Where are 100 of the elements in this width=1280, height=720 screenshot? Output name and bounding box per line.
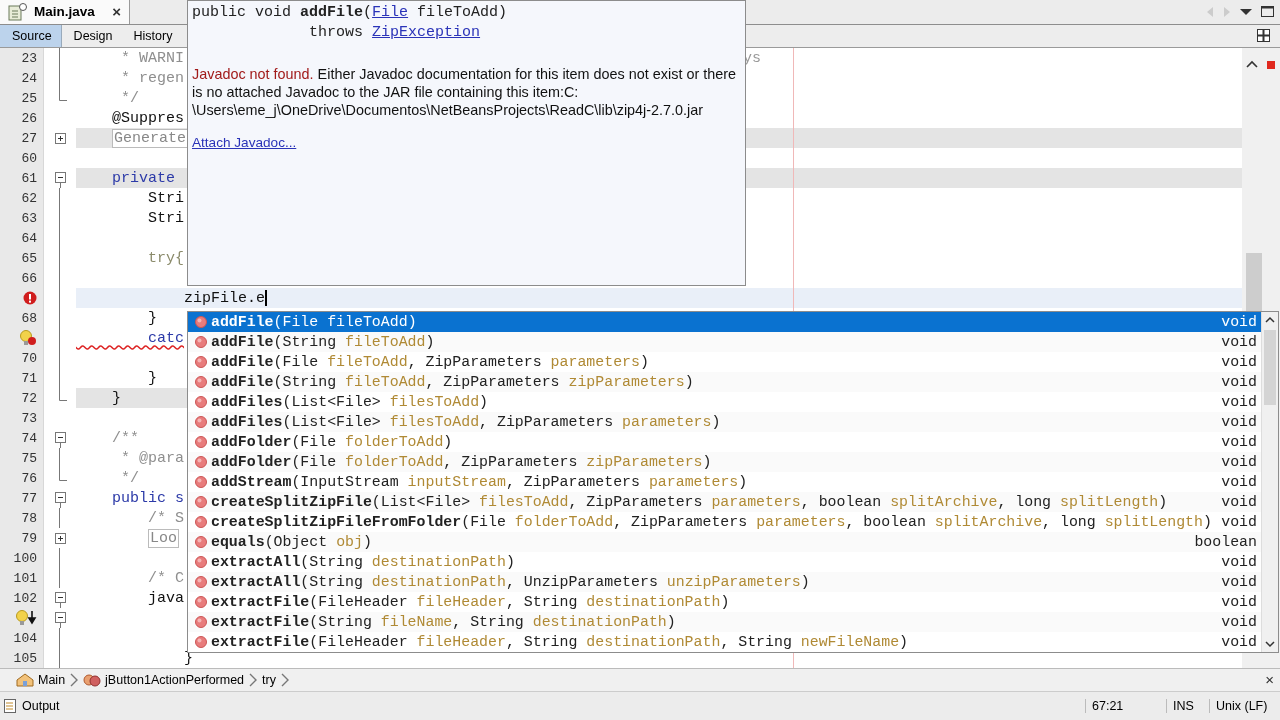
fold-end-icon — [59, 88, 67, 102]
method-icon — [195, 556, 207, 568]
line-number: 76 — [0, 468, 44, 489]
line-number: 77 — [0, 488, 44, 509]
code-text: */ — [120, 89, 139, 107]
code-text: @Suppres — [111, 109, 185, 127]
scroll-bar[interactable] — [1261, 312, 1278, 652]
line-number: 100 — [0, 548, 44, 569]
scroll-thumb[interactable] — [1264, 330, 1276, 405]
completion-item[interactable]: extractFile(String fileName, String destinationPath) void — [188, 612, 1261, 632]
error-icon — [23, 291, 37, 306]
expand-icon[interactable] — [54, 532, 66, 544]
line-number: 70 — [0, 348, 44, 369]
code-text: } — [147, 309, 157, 327]
completion-item[interactable]: extractAll(String destinationPath, UnzipParameters unzipParameters) void — [188, 572, 1261, 592]
fold-guide-icon — [59, 448, 61, 469]
line-number: 68 — [0, 308, 44, 329]
line-number: 64 — [0, 228, 44, 249]
line-number: 25 — [0, 88, 44, 109]
code-text: catc — [147, 329, 185, 347]
bulb-arrow-icon — [15, 610, 37, 627]
method-signature: throws ZipException — [308, 23, 482, 43]
scroll-thumb[interactable] — [1246, 253, 1262, 314]
line-number: 24 — [0, 68, 44, 89]
line-number: 102 — [0, 588, 44, 609]
chevron-icon — [70, 672, 79, 687]
chevron-icon — [280, 672, 289, 687]
expand-icon[interactable] — [54, 132, 66, 144]
output-icon — [4, 698, 16, 713]
code-text: /** — [111, 429, 139, 447]
grid-icon[interactable] — [1257, 29, 1270, 43]
view-tab[interactable]: Source — [0, 24, 62, 48]
method-icon — [195, 496, 207, 508]
method-icon — [195, 636, 207, 648]
code-text: * @para — [120, 449, 185, 467]
fold-end-icon — [59, 388, 67, 402]
caret-down-icon — [1265, 641, 1275, 648]
completion-item[interactable]: addFolder(File folderToAdd, ZipParameters zipParameters) void — [188, 452, 1261, 472]
method-icon — [195, 516, 207, 528]
view-tab[interactable]: Design — [61, 24, 122, 48]
caret-position: 67:21 — [1085, 698, 1160, 713]
code-text: /* S — [147, 509, 185, 527]
line-number: 104 — [0, 628, 44, 649]
line-number: 71 — [0, 368, 44, 389]
code-text: java — [147, 589, 185, 607]
folded-code[interactable]: Generate — [112, 128, 189, 148]
line-number: 26 — [0, 108, 44, 129]
line-number: 105 — [0, 648, 44, 669]
line-number: 79 — [0, 528, 44, 549]
method-icon — [195, 576, 207, 588]
dropdown-icon[interactable] — [1240, 7, 1252, 16]
method-icon — [195, 596, 207, 608]
line-endings: Unix (LF) — [1209, 698, 1272, 713]
attach-javadoc-link[interactable]: Attach Javadoc... — [192, 135, 297, 150]
folded-code[interactable]: Loo — [148, 528, 180, 548]
line-number: 74 — [0, 428, 44, 449]
completion-item[interactable]: addFile(File fileToAdd) void — [188, 312, 1261, 332]
method-icon — [195, 336, 207, 348]
completion-item[interactable]: equals(Object obj) boolean — [188, 532, 1261, 552]
code-text: try{ — [147, 249, 185, 267]
close-button[interactable]: × — [112, 3, 121, 21]
code-text: private — [111, 169, 176, 187]
breadcrumb[interactable]: try — [262, 672, 276, 687]
output-label[interactable]: Output — [22, 698, 60, 713]
method-icon — [195, 616, 207, 628]
method-signature: public void addFile(File fileToAdd) — [192, 3, 509, 23]
javadoc-message: Javadoc not found. Either Javadoc documentation for this item does not exist or there is no attached Javadoc to the JAR file containing this item:C: \Users\eme_j\OneDrive\Documentos\NetBeansProjects\ReadC\lib\zip4j-2.7.0.jar — [192, 65, 737, 119]
completion-item[interactable]: addFile(String fileToAdd, ZipParameters zipParameters) void — [188, 372, 1261, 392]
bulb-error-icon — [19, 330, 37, 347]
completion-item[interactable]: addFile(String fileToAdd) void — [188, 332, 1261, 352]
method-icon — [195, 416, 207, 428]
method-icon — [195, 436, 207, 448]
fold-end-icon — [59, 468, 67, 482]
caret-up-icon — [1265, 316, 1275, 323]
maximize-icon[interactable] — [1261, 6, 1274, 18]
line-number: 72 — [0, 388, 44, 409]
code-text: */ — [120, 469, 139, 487]
type-link[interactable]: ZipException — [372, 24, 481, 41]
breadcrumb[interactable]: Main — [16, 672, 66, 687]
completion-item[interactable]: addFiles(List<File> filesToAdd, ZipParameters parameters) void — [188, 412, 1261, 432]
type-link[interactable]: File — [372, 4, 409, 21]
line-number: 73 — [0, 408, 44, 429]
close-button[interactable]: × — [1265, 671, 1274, 689]
method-icon — [195, 356, 207, 368]
line-number: 63 — [0, 208, 44, 229]
code-text: * WARNI — [120, 49, 185, 67]
completion-item[interactable]: createSplitZipFile(List<File> filesToAdd, ZipParameters parameters, boolean splitArchive, long splitLength) void — [188, 492, 1261, 512]
breadcrumb[interactable]: jButton1ActionPerformed — [83, 672, 245, 687]
view-tab[interactable]: History — [121, 24, 182, 48]
method-icon — [195, 376, 207, 388]
file-tab[interactable]: Main.java × — [0, 0, 130, 24]
code-text: /* C — [147, 569, 185, 587]
error-stripe-icon — [1267, 61, 1275, 70]
class-icon — [16, 672, 34, 687]
code-text: Stri — [147, 189, 185, 207]
method-icon — [195, 316, 207, 328]
line-number: 61 — [0, 168, 44, 189]
method-icon — [83, 672, 102, 687]
line-number: 23 — [0, 48, 44, 69]
line-number: 27 — [0, 128, 44, 149]
